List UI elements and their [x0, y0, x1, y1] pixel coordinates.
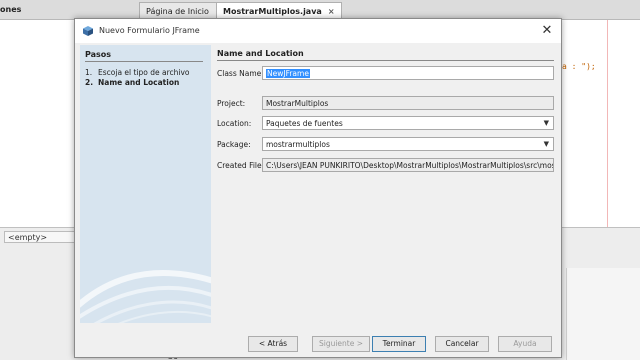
close-icon[interactable]: ✕	[539, 23, 555, 39]
navigator-combo[interactable]: <empty>	[4, 231, 76, 243]
ide-side-strip	[566, 268, 640, 360]
wizard-decoration-graphic	[80, 270, 211, 323]
new-jframe-dialog: Nuevo Formulario JFrame ✕ Pasos 1. Escoja…	[74, 18, 562, 358]
chevron-down-icon[interactable]: ▼	[544, 140, 549, 148]
name-and-location-panel: Name and Location Class Name: NewJFrame …	[212, 45, 560, 323]
editor-margin-line	[607, 20, 608, 227]
code-fragment: a : ");	[562, 62, 596, 71]
package-value: mostrarmultiplos	[266, 140, 330, 149]
step-number: 1.	[85, 68, 93, 77]
location-label: Location:	[217, 119, 252, 128]
location-select[interactable]: Paquetes de fuentes ▼	[262, 116, 554, 130]
section-divider	[217, 60, 554, 61]
netbeans-cube-icon	[83, 26, 93, 36]
class-name-input[interactable]: NewJFrame	[262, 66, 554, 80]
chevron-down-icon[interactable]: ▼	[544, 119, 549, 127]
class-name-value: NewJFrame	[266, 69, 310, 78]
package-select[interactable]: mostrarmultiplos ▼	[262, 137, 554, 151]
finish-button[interactable]: Terminar	[372, 336, 426, 352]
location-value: Paquetes de fuentes	[266, 119, 343, 128]
created-file-field: C:\Users\JEAN PUNKIRITO\Desktop\MostrarM…	[262, 158, 554, 172]
step-item-current: 2. Name and Location	[85, 78, 190, 88]
steps-divider	[85, 61, 203, 62]
next-button[interactable]: Siguiente >	[312, 336, 370, 352]
tab-label: MostrarMultiplos.java	[223, 7, 322, 16]
ide-left-panel-label: ones	[0, 5, 22, 14]
ide-tab-bar: ones Página de Inicio × MostrarMultiplos.…	[0, 0, 640, 20]
project-field: MostrarMultiplos	[262, 96, 554, 110]
steps-panel: Pasos 1. Escoja el tipo de archivo 2. Name…	[80, 45, 211, 323]
dialog-title: Nuevo Formulario JFrame	[99, 26, 200, 35]
step-item: 1. Escoja el tipo de archivo	[85, 68, 190, 78]
created-file-label: Created File:	[217, 161, 265, 170]
step-label: Escoja el tipo de archivo	[98, 68, 190, 77]
step-label: Name and Location	[98, 78, 180, 87]
package-label: Package:	[217, 140, 251, 149]
tab-close-icon[interactable]: ×	[328, 7, 335, 16]
step-number: 2.	[85, 78, 94, 87]
dialog-title-bar[interactable]: Nuevo Formulario JFrame ✕	[75, 19, 561, 43]
tab-label: Página de Inicio	[146, 7, 209, 16]
steps-title: Pasos	[85, 50, 112, 59]
class-name-label: Class Name:	[217, 69, 264, 78]
cancel-button[interactable]: Cancelar	[435, 336, 489, 352]
back-button[interactable]: < Atrás	[248, 336, 298, 352]
section-title: Name and Location	[217, 49, 304, 58]
project-label: Project:	[217, 99, 246, 108]
help-button[interactable]: Ayuda	[498, 336, 552, 352]
steps-list: 1. Escoja el tipo de archivo 2. Name and L…	[85, 68, 190, 88]
